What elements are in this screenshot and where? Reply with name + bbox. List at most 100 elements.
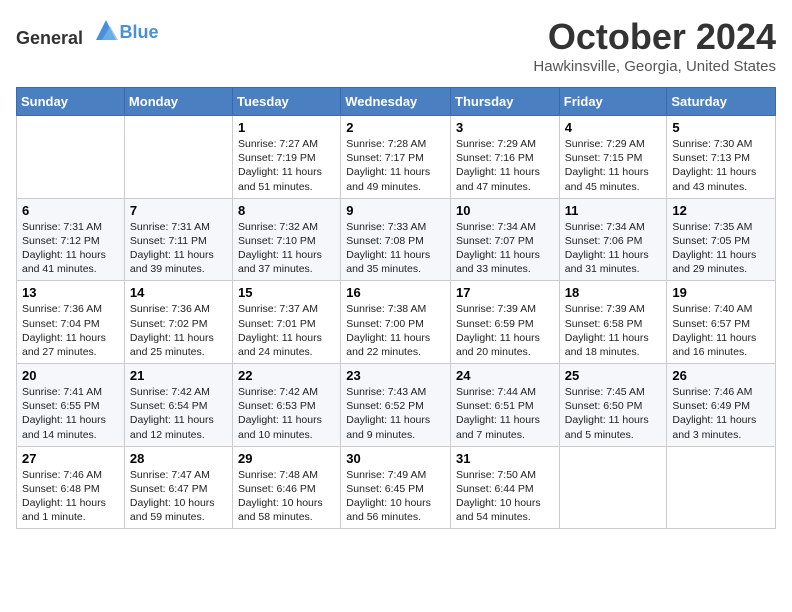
weekday-header-monday: Monday [124, 88, 232, 116]
day-info: Sunrise: 7:33 AMSunset: 7:08 PMDaylight:… [346, 220, 445, 277]
calendar-cell: 12 Sunrise: 7:35 AMSunset: 7:05 PMDayligh… [667, 198, 776, 281]
calendar-cell: 30 Sunrise: 7:49 AMSunset: 6:45 PMDayligh… [341, 446, 451, 529]
day-info: Sunrise: 7:38 AMSunset: 7:00 PMDaylight:… [346, 302, 445, 359]
logo: General Blue [16, 16, 159, 49]
calendar-cell [559, 446, 667, 529]
calendar-cell: 3 Sunrise: 7:29 AMSunset: 7:16 PMDaylight… [451, 116, 560, 199]
day-number: 23 [346, 368, 445, 383]
day-number: 5 [672, 120, 770, 135]
calendar-cell: 13 Sunrise: 7:36 AMSunset: 7:04 PMDayligh… [17, 281, 125, 364]
day-info: Sunrise: 7:35 AMSunset: 7:05 PMDaylight:… [672, 220, 770, 277]
day-number: 15 [238, 285, 335, 300]
day-info: Sunrise: 7:49 AMSunset: 6:45 PMDaylight:… [346, 468, 445, 525]
calendar-cell: 25 Sunrise: 7:45 AMSunset: 6:50 PMDayligh… [559, 364, 667, 447]
day-number: 11 [565, 203, 662, 218]
calendar-week-row: 27 Sunrise: 7:46 AMSunset: 6:48 PMDayligh… [17, 446, 776, 529]
day-number: 18 [565, 285, 662, 300]
day-number: 2 [346, 120, 445, 135]
day-info: Sunrise: 7:46 AMSunset: 6:49 PMDaylight:… [672, 385, 770, 442]
day-number: 19 [672, 285, 770, 300]
calendar-cell: 16 Sunrise: 7:38 AMSunset: 7:00 PMDayligh… [341, 281, 451, 364]
day-info: Sunrise: 7:29 AMSunset: 7:15 PMDaylight:… [565, 137, 662, 194]
calendar-cell: 20Sunrise: 7:41 AMSunset: 6:55 PMDayligh… [17, 364, 125, 447]
day-info: Sunrise: 7:29 AMSunset: 7:16 PMDaylight:… [456, 137, 554, 194]
calendar-cell: 15 Sunrise: 7:37 AMSunset: 7:01 PMDayligh… [233, 281, 341, 364]
day-number: 14 [130, 285, 227, 300]
calendar-cell: 11 Sunrise: 7:34 AMSunset: 7:06 PMDayligh… [559, 198, 667, 281]
location-title: Hawkinsville, Georgia, United States [533, 58, 776, 75]
day-info: Sunrise: 7:37 AMSunset: 7:01 PMDaylight:… [238, 302, 335, 359]
day-info: Sunrise: 7:45 AMSunset: 6:50 PMDaylight:… [565, 385, 662, 442]
day-number: 9 [346, 203, 445, 218]
weekday-header-wednesday: Wednesday [341, 88, 451, 116]
day-number: 8 [238, 203, 335, 218]
calendar-cell: 27 Sunrise: 7:46 AMSunset: 6:48 PMDayligh… [17, 446, 125, 529]
day-info: Sunrise: 7:42 AMSunset: 6:54 PMDaylight:… [130, 385, 227, 442]
calendar-cell: 10 Sunrise: 7:34 AMSunset: 7:07 PMDayligh… [451, 198, 560, 281]
day-number: 13 [22, 285, 119, 300]
calendar-cell: 14Sunrise: 7:36 AMSunset: 7:02 PMDayligh… [124, 281, 232, 364]
day-info: Sunrise: 7:30 AMSunset: 7:13 PMDaylight:… [672, 137, 770, 194]
weekday-header-saturday: Saturday [667, 88, 776, 116]
day-info: Sunrise: 7:39 AMSunset: 6:58 PMDaylight:… [565, 302, 662, 359]
calendar-cell: 28Sunrise: 7:47 AMSunset: 6:47 PMDayligh… [124, 446, 232, 529]
calendar-week-row: 13 Sunrise: 7:36 AMSunset: 7:04 PMDayligh… [17, 281, 776, 364]
calendar-cell: 29 Sunrise: 7:48 AMSunset: 6:46 PMDayligh… [233, 446, 341, 529]
calendar-cell [17, 116, 125, 199]
calendar-week-row: 1 Sunrise: 7:27 AMSunset: 7:19 PMDaylight… [17, 116, 776, 199]
weekday-header-thursday: Thursday [451, 88, 560, 116]
title-area: October 2024 Hawkinsville, Georgia, Unit… [533, 16, 776, 75]
calendar-week-row: 6Sunrise: 7:31 AMSunset: 7:12 PMDaylight… [17, 198, 776, 281]
day-info: Sunrise: 7:28 AMSunset: 7:17 PMDaylight:… [346, 137, 445, 194]
logo-blue: Blue [120, 22, 159, 43]
day-number: 4 [565, 120, 662, 135]
day-number: 22 [238, 368, 335, 383]
day-info: Sunrise: 7:42 AMSunset: 6:53 PMDaylight:… [238, 385, 335, 442]
month-title: October 2024 [533, 16, 776, 58]
calendar-cell: 21Sunrise: 7:42 AMSunset: 6:54 PMDayligh… [124, 364, 232, 447]
calendar-cell: 2 Sunrise: 7:28 AMSunset: 7:17 PMDaylight… [341, 116, 451, 199]
weekday-header-tuesday: Tuesday [233, 88, 341, 116]
calendar-cell: 24 Sunrise: 7:44 AMSunset: 6:51 PMDayligh… [451, 364, 560, 447]
day-info: Sunrise: 7:27 AMSunset: 7:19 PMDaylight:… [238, 137, 335, 194]
day-number: 17 [456, 285, 554, 300]
calendar-cell: 18 Sunrise: 7:39 AMSunset: 6:58 PMDayligh… [559, 281, 667, 364]
calendar-cell: 22 Sunrise: 7:42 AMSunset: 6:53 PMDayligh… [233, 364, 341, 447]
calendar-cell: 23 Sunrise: 7:43 AMSunset: 6:52 PMDayligh… [341, 364, 451, 447]
day-number: 20 [22, 368, 119, 383]
calendar-week-row: 20Sunrise: 7:41 AMSunset: 6:55 PMDayligh… [17, 364, 776, 447]
calendar-cell: 9 Sunrise: 7:33 AMSunset: 7:08 PMDaylight… [341, 198, 451, 281]
calendar-cell [124, 116, 232, 199]
day-number: 12 [672, 203, 770, 218]
calendar-cell: 1 Sunrise: 7:27 AMSunset: 7:19 PMDaylight… [233, 116, 341, 199]
day-number: 30 [346, 451, 445, 466]
calendar-cell: 6Sunrise: 7:31 AMSunset: 7:12 PMDaylight… [17, 198, 125, 281]
day-number: 27 [22, 451, 119, 466]
day-number: 6 [22, 203, 119, 218]
day-number: 26 [672, 368, 770, 383]
day-number: 28 [130, 451, 227, 466]
day-info: Sunrise: 7:48 AMSunset: 6:46 PMDaylight:… [238, 468, 335, 525]
day-number: 24 [456, 368, 554, 383]
day-number: 31 [456, 451, 554, 466]
weekday-header-friday: Friday [559, 88, 667, 116]
day-info: Sunrise: 7:46 AMSunset: 6:48 PMDaylight:… [22, 468, 119, 525]
day-number: 3 [456, 120, 554, 135]
day-number: 16 [346, 285, 445, 300]
day-info: Sunrise: 7:36 AMSunset: 7:04 PMDaylight:… [22, 302, 119, 359]
day-info: Sunrise: 7:43 AMSunset: 6:52 PMDaylight:… [346, 385, 445, 442]
day-number: 29 [238, 451, 335, 466]
calendar-cell: 8Sunrise: 7:32 AMSunset: 7:10 PMDaylight… [233, 198, 341, 281]
day-info: Sunrise: 7:34 AMSunset: 7:07 PMDaylight:… [456, 220, 554, 277]
day-number: 1 [238, 120, 335, 135]
day-number: 25 [565, 368, 662, 383]
calendar-cell: 17Sunrise: 7:39 AMSunset: 6:59 PMDayligh… [451, 281, 560, 364]
calendar-cell: 7Sunrise: 7:31 AMSunset: 7:11 PMDaylight… [124, 198, 232, 281]
calendar-cell: 26 Sunrise: 7:46 AMSunset: 6:49 PMDayligh… [667, 364, 776, 447]
header: General Blue October 2024 Hawkinsville, … [16, 16, 776, 75]
day-number: 10 [456, 203, 554, 218]
calendar-cell: 19Sunrise: 7:40 AMSunset: 6:57 PMDayligh… [667, 281, 776, 364]
day-number: 7 [130, 203, 227, 218]
day-info: Sunrise: 7:44 AMSunset: 6:51 PMDaylight:… [456, 385, 554, 442]
day-info: Sunrise: 7:34 AMSunset: 7:06 PMDaylight:… [565, 220, 662, 277]
